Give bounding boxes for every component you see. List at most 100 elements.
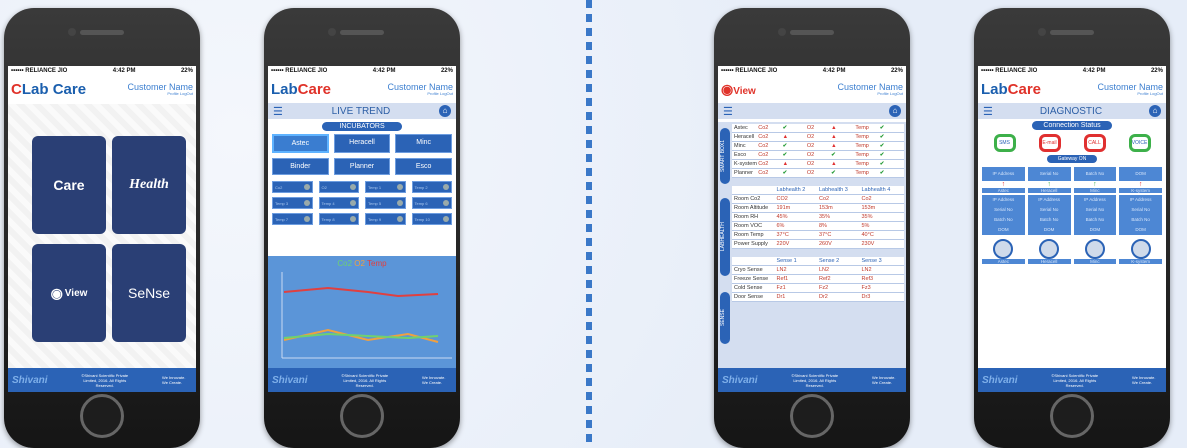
battery: 22% — [180, 67, 193, 74]
device-ksystem[interactable]: K-system — [1119, 239, 1162, 264]
device-columns: IP Address ↑ Astec Serial No ↑ Heracell Batc… — [982, 167, 1162, 193]
logo-care: Care — [1007, 80, 1042, 98]
param-label: Temp 3 — [275, 200, 289, 206]
toggle-icon — [443, 184, 449, 190]
customer-name: Customer Name — [837, 81, 903, 92]
device-astec[interactable]: Astec — [982, 239, 1025, 264]
param-toggle[interactable]: Temp 10 — [411, 213, 452, 225]
sense-label: SeNse — [127, 285, 171, 301]
footer-copyright: ©Shivani Scientific Private Limited, 201… — [791, 372, 839, 388]
param-toggle[interactable]: Temp 5 — [365, 197, 406, 209]
phone-2: •••••• RELIANCE JIO 4:42 PM 22% LabCare Cu… — [264, 8, 460, 448]
param-toggle[interactable]: O2 — [318, 181, 359, 193]
legend-co2: Co2 — [337, 259, 353, 268]
footer-tagline: We Innovate. We Create. — [1131, 375, 1156, 385]
param-toggle[interactable]: Temp 9 — [365, 213, 406, 225]
table-row: Esco Co2 ✔ O2 ✔ Temp ✔ — [732, 151, 904, 160]
incubator-binder-button[interactable]: Binder — [272, 158, 329, 175]
footer-brand: Shivani — [272, 374, 308, 386]
call-button[interactable]: CALL — [1083, 134, 1106, 152]
table-row: Cold Sense Fz1 Fz2 Fz3 — [732, 284, 904, 293]
home-button[interactable] — [340, 394, 384, 438]
param-toggle[interactable]: Temp 4 — [318, 197, 359, 209]
profile-logout[interactable]: Profile LogOut — [127, 91, 193, 96]
param-toggle[interactable]: Temp 2 — [411, 181, 452, 193]
legend-temp: Temp — [367, 259, 387, 268]
phone-1: •••••• RELIANCE JIO 4:42 PM 22% CLab Care … — [4, 8, 200, 448]
device-minc[interactable]: Minc — [1073, 239, 1117, 264]
voice-button[interactable]: VOICE — [1128, 134, 1151, 152]
footer-copyright: ©Shivani Scientific Private Limited, 201… — [1051, 372, 1099, 388]
status-bar: •••••• RELIANCE JIO 4:42 PM 22% — [8, 66, 196, 75]
toggle-icon — [396, 200, 403, 206]
incubator-minc-button[interactable]: Minc — [395, 134, 452, 153]
carrier: •••••• RELIANCE JIO — [981, 67, 1038, 74]
health-tile[interactable]: Health — [112, 136, 186, 234]
care-tile[interactable]: Care — [32, 136, 106, 234]
view-tile[interactable]: ◉ View — [32, 244, 106, 342]
logo-view: View — [733, 85, 756, 97]
speaker — [80, 30, 124, 35]
param-toggle[interactable]: Temp 3 — [272, 197, 313, 209]
home-icon[interactable]: ⌂ — [438, 105, 451, 117]
home-icon[interactable]: ⌂ — [889, 105, 901, 117]
table-header: Sense 1 Sense 2 Sense 3 — [732, 257, 904, 266]
param-toggle[interactable]: Temp 6 — [411, 197, 452, 209]
customer-block[interactable]: Customer Name Profile LogOut — [127, 82, 193, 96]
filter-icon[interactable]: ☰ — [723, 105, 733, 118]
view-eye-icon: ◉ — [721, 80, 734, 97]
view-screen: •••••• RELIANCE JIO 4:42 PM 22% ◉View Cust… — [718, 66, 906, 392]
filter-icon[interactable]: ☰ — [273, 105, 283, 118]
view-label: View — [64, 287, 88, 299]
home-button[interactable] — [1050, 394, 1094, 438]
customer-block[interactable]: Customer Name Profile LogOut — [837, 81, 903, 96]
device-column: IP Address ↑ Astec — [982, 167, 1025, 193]
battery: 22% — [890, 67, 903, 74]
table-row: Minc Co2 ✔ O2 ▲ Temp ✔ — [732, 142, 904, 151]
param-label: Temp 10 — [414, 216, 430, 222]
app-logo: LabCare — [981, 81, 1041, 98]
incubator-esco-button[interactable]: Esco — [395, 158, 452, 175]
camera-icon — [68, 28, 76, 36]
home-screen: •••••• RELIANCE JIO 4:42 PM 22% CLab Care … — [8, 66, 196, 392]
email-button[interactable]: E-mail — [1038, 134, 1061, 152]
header: LabCare Customer Name Profile LogOut — [978, 75, 1166, 103]
param-label: Temp 6 — [414, 200, 428, 206]
temp-line — [283, 286, 439, 298]
sense-tile[interactable]: SeNse — [112, 244, 186, 342]
device-image — [1130, 239, 1151, 259]
header: ◉View Customer Name Profile LogOut — [718, 75, 906, 103]
incubator-heracell-button[interactable]: Heracell — [333, 134, 391, 153]
care-label: Care — [53, 177, 85, 193]
table-row: Freeze Sense Ref1 Ref2 Ref3 — [732, 275, 904, 284]
footer-copyright: ©Shivani Scientific Private Limited, 201… — [81, 372, 129, 388]
customer-block[interactable]: Customer Name Profile LogOut — [1097, 82, 1163, 96]
info-block: IP Address Serial No Batch No DOM — [1027, 195, 1071, 235]
param-toggle[interactable]: Temp 1 — [365, 181, 406, 193]
home-button[interactable] — [80, 394, 124, 438]
incubator-planner-button[interactable]: Planner — [333, 158, 391, 175]
profile-logout[interactable]: Profile LogOut — [837, 91, 903, 96]
trend-chart: Co2 O2 Temp — [268, 256, 456, 368]
camera-icon — [328, 28, 336, 36]
device-heracell[interactable]: Heracell — [1027, 239, 1071, 264]
footer: Shivani ©Shivani Scientific Private Limit… — [978, 368, 1166, 392]
profile-logout[interactable]: Profile LogOut — [1097, 91, 1163, 96]
toggle-icon — [350, 216, 356, 222]
logo-lab: Lab — [981, 80, 1008, 98]
home-icon[interactable]: ⌂ — [1148, 105, 1161, 117]
footer-brand: Shivani — [722, 374, 758, 386]
table-row: Room RH 45% 35% 35% — [732, 213, 904, 222]
param-toggle[interactable]: Co2 — [272, 181, 313, 193]
home-button[interactable] — [790, 394, 834, 438]
diagnostic-panel: Connection Status SMS E-mail CALL VOICE … — [978, 119, 1166, 266]
sms-button[interactable]: SMS — [993, 134, 1016, 152]
filter-icon[interactable]: ☰ — [983, 105, 993, 118]
profile-logout[interactable]: Profile LogOut — [387, 91, 453, 96]
customer-block[interactable]: Customer Name Profile LogOut — [387, 82, 453, 96]
page-title: DIAGNOSTIC — [1039, 105, 1103, 117]
incubator-astec-button[interactable]: Astec — [272, 134, 329, 153]
param-toggle[interactable]: Temp 7 — [272, 213, 313, 225]
data-panel: SMART BOX1 Astec Co2 ✔ O2 ▲ Temp ✔ Heracell Co2… — [718, 122, 906, 368]
param-toggle[interactable]: Temp 8 — [318, 213, 359, 225]
